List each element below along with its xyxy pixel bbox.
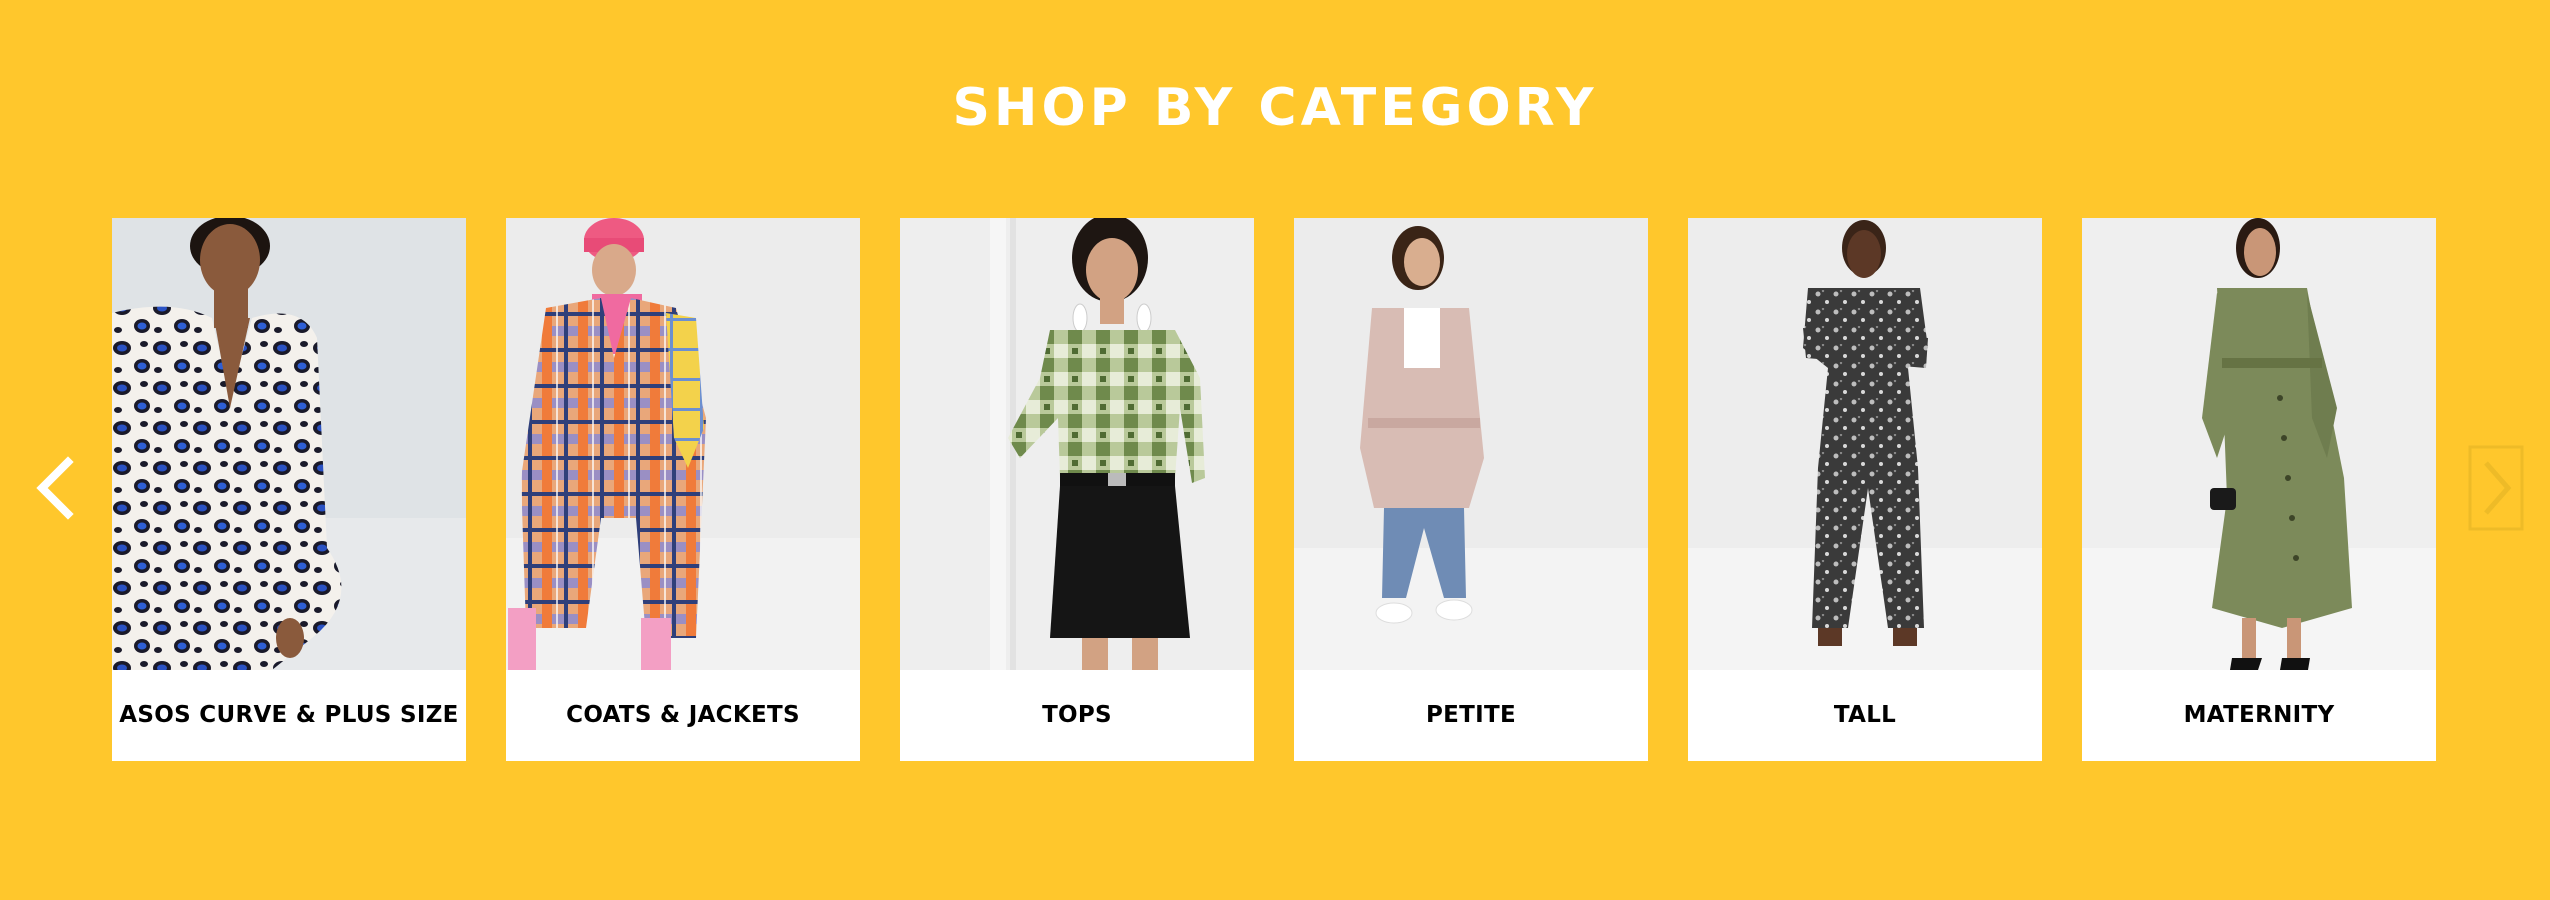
category-card-petite[interactable]: PETITE xyxy=(1294,218,1648,761)
chevron-left-icon xyxy=(36,456,74,520)
section-title: SHOP BY CATEGORY xyxy=(952,78,1598,138)
category-image xyxy=(2082,218,2436,670)
category-image xyxy=(112,218,466,670)
category-image xyxy=(506,218,860,670)
category-label: TALL xyxy=(1833,702,1897,728)
category-card-maternity[interactable]: MATERNITY xyxy=(2082,218,2436,761)
category-carousel: ASOS CURVE & PLUS SIZE COATS & JACKETS T… xyxy=(112,218,2439,761)
category-card-coats-jackets[interactable]: COATS & JACKETS xyxy=(506,218,860,761)
chevron-right-icon xyxy=(2468,445,2524,531)
carousel-prev-button[interactable] xyxy=(24,448,84,528)
category-label: ASOS CURVE & PLUS SIZE xyxy=(119,702,459,728)
category-image xyxy=(900,218,1254,670)
category-label: COATS & JACKETS xyxy=(566,702,800,728)
category-label: TOPS xyxy=(1042,702,1112,728)
category-image xyxy=(1294,218,1648,670)
category-card-tall[interactable]: TALL xyxy=(1688,218,2042,761)
category-image xyxy=(1688,218,2042,670)
shop-by-category-section: SHOP BY CATEGORY ASOS CURVE & PLUS SIZE … xyxy=(0,0,2550,900)
category-card-tops[interactable]: TOPS xyxy=(900,218,1254,761)
category-label: MATERNITY xyxy=(2183,702,2335,728)
category-card-curve-plus-size[interactable]: ASOS CURVE & PLUS SIZE xyxy=(112,218,466,761)
carousel-next-button[interactable] xyxy=(2468,445,2524,531)
category-label: PETITE xyxy=(1425,702,1516,728)
